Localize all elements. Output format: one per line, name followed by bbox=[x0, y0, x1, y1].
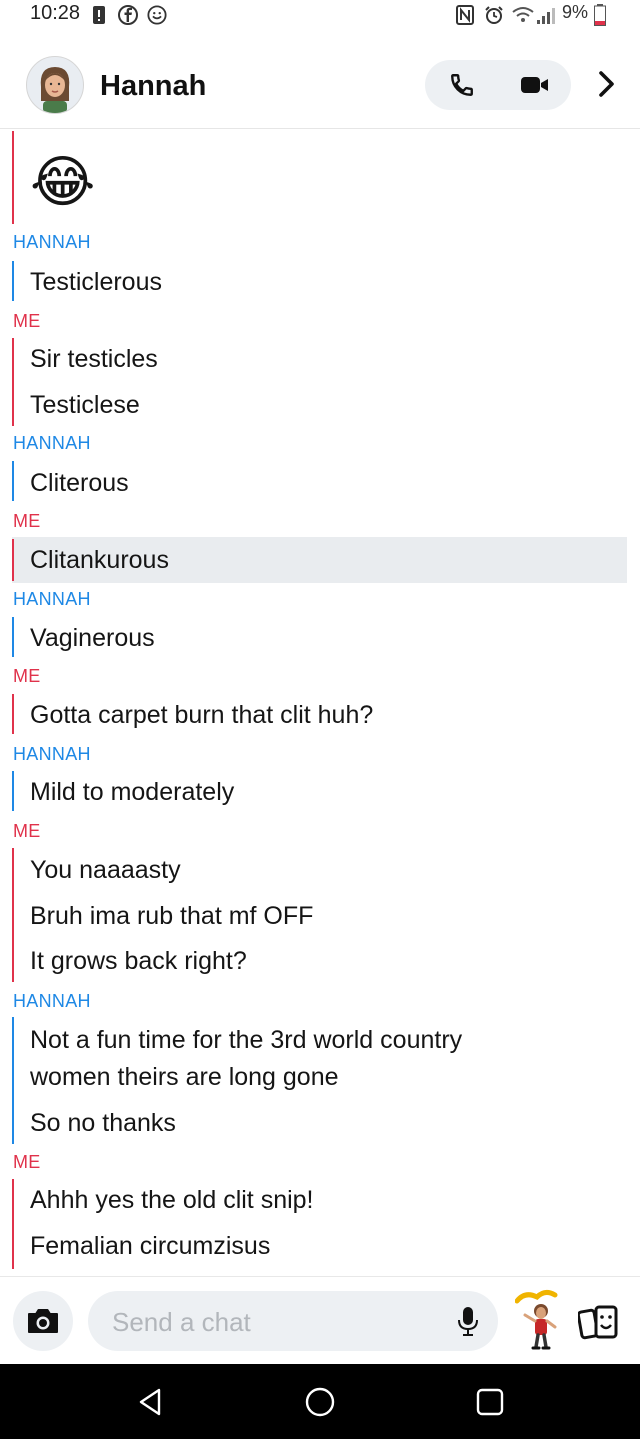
nav-back-button[interactable] bbox=[130, 1382, 170, 1422]
sender-label-hannah: HANNAH bbox=[13, 589, 91, 609]
home-circle-icon bbox=[305, 1387, 335, 1417]
sender-bar-me bbox=[12, 848, 14, 982]
message-text[interactable]: women theirs are long gone bbox=[30, 1059, 339, 1096]
message-text[interactable]: Clitankurous bbox=[30, 542, 169, 579]
message-text[interactable]: So no thanks bbox=[30, 1105, 176, 1142]
status-time: 10:28 bbox=[30, 2, 81, 24]
chat-header: Hannah bbox=[0, 48, 640, 129]
message-text[interactable]: It grows back right? bbox=[30, 943, 247, 980]
message-text[interactable]: Testiclerous bbox=[30, 264, 162, 301]
call-actions bbox=[425, 60, 571, 110]
cards-icon[interactable] bbox=[578, 1303, 624, 1341]
system-nav-bar bbox=[0, 1364, 640, 1439]
message-text[interactable]: Testiclese bbox=[30, 387, 140, 424]
sender-bar-hannah bbox=[12, 1017, 14, 1144]
sender-bar-me bbox=[12, 539, 14, 581]
facebook-icon bbox=[118, 5, 138, 25]
nfc-icon bbox=[456, 5, 474, 25]
message-text[interactable]: Sir testicles bbox=[30, 341, 158, 378]
video-camera-icon bbox=[520, 77, 548, 93]
chat-messages[interactable]: 😂 HANNAH Testiclerous ME Sir testicles T… bbox=[0, 131, 640, 1271]
contact-name[interactable]: Hannah bbox=[100, 70, 206, 103]
message-text[interactable]: Mild to moderately bbox=[30, 774, 234, 811]
chat-input-field[interactable] bbox=[88, 1291, 498, 1353]
sender-label-me: ME bbox=[13, 666, 41, 686]
battery-icon bbox=[594, 4, 606, 26]
sender-bar-hannah bbox=[12, 617, 14, 657]
message-text[interactable]: Cliterous bbox=[30, 465, 129, 502]
message-text[interactable]: Not a fun time for the 3rd world country bbox=[30, 1022, 462, 1059]
voice-call-button[interactable] bbox=[425, 60, 498, 110]
message-text[interactable]: You naaaasty bbox=[30, 852, 181, 889]
chat-input-bar bbox=[0, 1276, 640, 1365]
sender-label-me: ME bbox=[13, 311, 41, 331]
nav-recents-button[interactable] bbox=[470, 1382, 510, 1422]
camera-button[interactable] bbox=[13, 1291, 73, 1351]
message-text[interactable]: Vaginerous bbox=[30, 620, 155, 657]
recents-square-icon bbox=[476, 1388, 504, 1416]
bitmoji-avatar-icon bbox=[40, 67, 70, 113]
alarm-icon bbox=[485, 6, 503, 24]
sender-bar-hannah bbox=[12, 461, 14, 501]
bitmoji-sticker-icon[interactable] bbox=[515, 1289, 561, 1351]
sender-bar-me bbox=[12, 694, 14, 734]
sender-bar-hannah bbox=[12, 261, 14, 301]
sender-label-hannah: HANNAH bbox=[13, 991, 91, 1011]
sender-bar-me bbox=[12, 1179, 14, 1269]
back-triangle-icon bbox=[139, 1388, 161, 1416]
status-bar: 10:28 9% bbox=[0, 0, 640, 36]
message-text[interactable]: Bruh ima rub that mf OFF bbox=[30, 898, 313, 935]
sender-bar-me bbox=[12, 338, 14, 426]
message-text[interactable]: Gotta carpet burn that clit huh? bbox=[30, 697, 373, 734]
sender-label-hannah: HANNAH bbox=[13, 433, 91, 453]
message-text[interactable]: Femalian circumzisus bbox=[30, 1228, 270, 1265]
message-text[interactable]: Ahhh yes the old clit snip! bbox=[30, 1182, 314, 1219]
more-button[interactable] bbox=[592, 66, 622, 102]
wifi-signal-icon bbox=[512, 7, 555, 24]
nav-home-button[interactable] bbox=[300, 1382, 340, 1422]
video-call-button[interactable] bbox=[498, 60, 571, 110]
sender-label-hannah: HANNAH bbox=[13, 744, 91, 764]
notification-icon bbox=[93, 6, 105, 24]
sender-bar-me bbox=[12, 131, 14, 224]
sender-label-hannah: HANNAH bbox=[13, 232, 91, 252]
microphone-icon[interactable] bbox=[456, 1305, 480, 1337]
send-chat-input[interactable] bbox=[110, 1291, 434, 1353]
sender-bar-hannah bbox=[12, 771, 14, 811]
camera-icon bbox=[28, 1309, 58, 1333]
sender-label-me: ME bbox=[13, 511, 41, 531]
sender-label-me: ME bbox=[13, 821, 41, 841]
sender-label-me: ME bbox=[13, 1152, 41, 1172]
avatar[interactable] bbox=[26, 56, 84, 114]
phone-icon bbox=[450, 74, 473, 96]
emoji-notification-icon bbox=[147, 5, 167, 25]
battery-percent: 9% bbox=[562, 2, 589, 22]
chevron-right-icon bbox=[599, 71, 614, 97]
message-emoji[interactable]: 😂 bbox=[30, 151, 95, 213]
